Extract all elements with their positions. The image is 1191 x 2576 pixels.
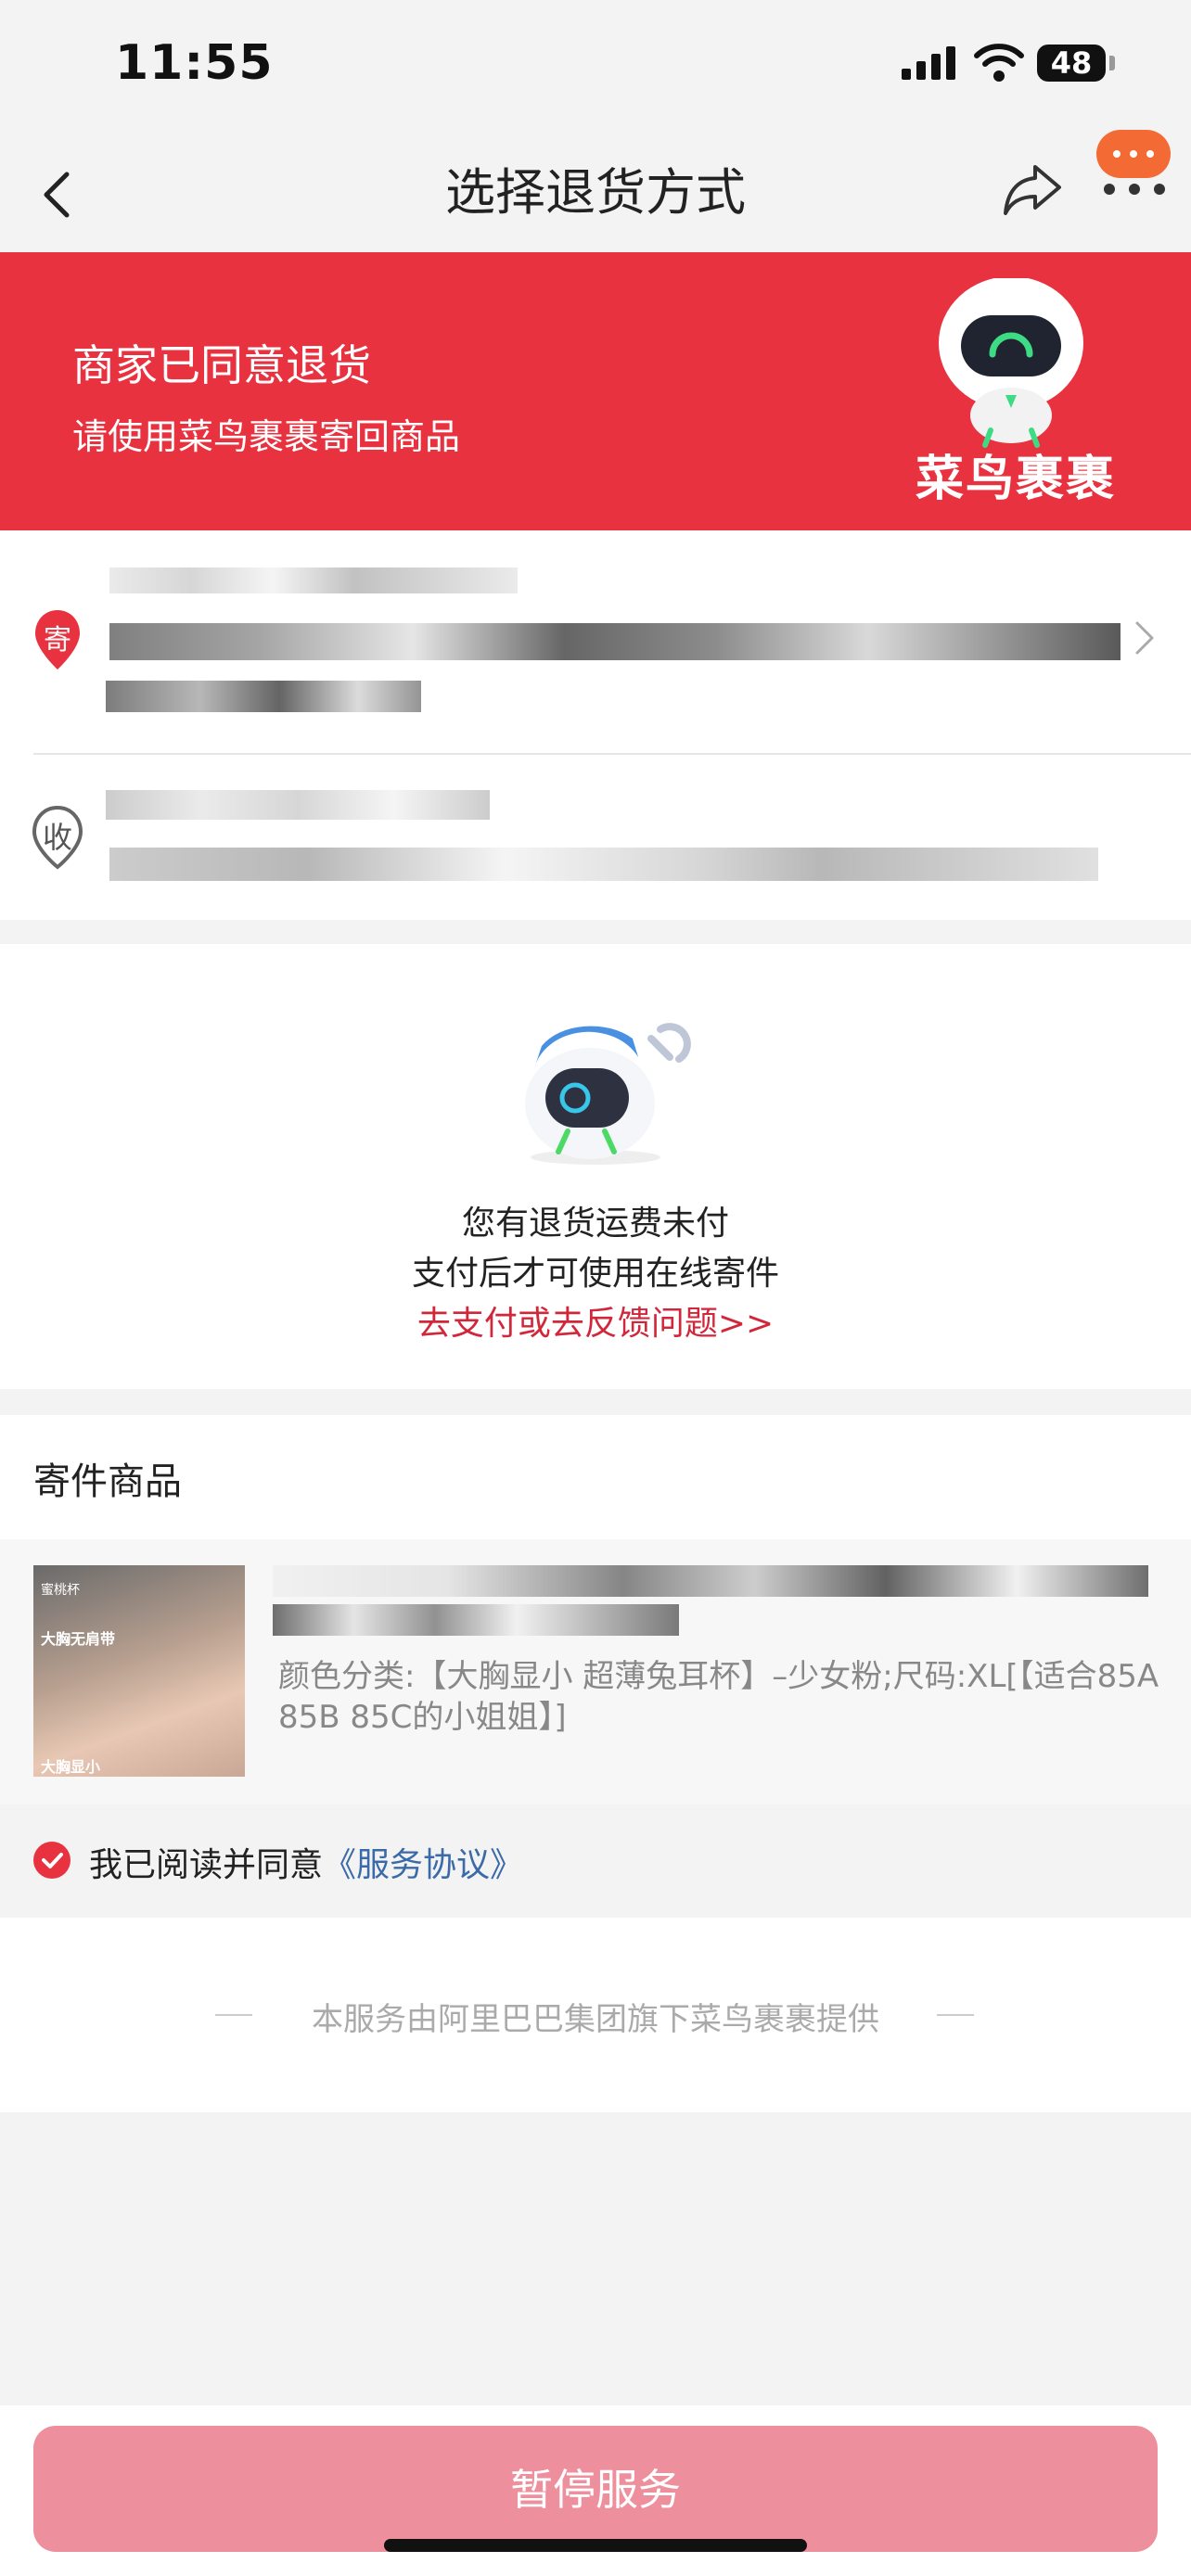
notice-line-2: 支付后才可使用在线寄件: [411, 1255, 779, 1293]
agreement-checkbox[interactable]: [33, 1842, 70, 1879]
footer-text: 本服务由阿里巴巴集团旗下菜鸟裹裹提供: [312, 2001, 879, 2038]
brand-name: 菜鸟裹裹: [915, 452, 1116, 507]
more-menu-icon[interactable]: [1102, 184, 1167, 197]
thumbnail-tag: 蜜桃杯: [41, 1583, 80, 1598]
share-icon[interactable]: [1000, 159, 1065, 219]
service-agreement-link[interactable]: 《服务协议》: [323, 1846, 523, 1884]
thumbnail-caption: 大胸无肩带: [41, 1630, 116, 1648]
home-indicator: [384, 2539, 807, 2552]
check-icon: [42, 1853, 63, 1868]
receiver-address-redacted: [109, 848, 1098, 881]
notice-line-1: 您有退货运费未付: [461, 1205, 729, 1243]
product-sku: 颜色分类:【大胸显小 超薄兔耳杯】–少女粉;尺码:XL[【适合85A 85B 8…: [278, 1658, 1159, 1736]
cellular-signal-icon: [902, 46, 955, 80]
sender-name-redacted: [109, 567, 518, 593]
receiver-name-redacted: [106, 790, 490, 820]
status-time: 11:55: [115, 35, 274, 91]
battery-cap: [1109, 56, 1115, 70]
chevron-right-icon[interactable]: [1133, 619, 1156, 657]
pause-service-button[interactable]: 暂停服务: [33, 2426, 1158, 2552]
product-title-redacted-2: [273, 1604, 679, 1636]
sender-address-redacted: [109, 623, 1121, 660]
thumbnail-caption-bottom: 大胸显小: [41, 1758, 101, 1776]
address-divider: [33, 753, 1191, 755]
banner-title: 商家已同意退货: [72, 340, 371, 390]
goods-section-title: 寄件商品: [33, 1460, 182, 1503]
receiver-tag: 收: [42, 820, 72, 855]
agreement-text: 我已阅读并同意《服务协议》: [89, 1838, 523, 1886]
notification-badge[interactable]: [1096, 130, 1171, 178]
sender-tag: 寄: [44, 624, 71, 657]
battery-indicator: 48: [1037, 45, 1106, 82]
wifi-icon: [974, 44, 1024, 82]
banner-subtitle: 请使用菜鸟裹裹寄回商品: [72, 416, 461, 457]
repair-robot-icon: [525, 1023, 691, 1165]
product-thumbnail[interactable]: 蜜桃杯 大胸无肩带 大胸显小: [33, 1565, 245, 1777]
product-title-redacted: [273, 1565, 1148, 1597]
agreement-prefix: 我已阅读并同意: [89, 1846, 324, 1884]
sender-address-redacted-2: [106, 681, 421, 712]
pay-or-feedback-link[interactable]: 去支付或去反馈问题>>: [0, 1296, 1191, 1345]
